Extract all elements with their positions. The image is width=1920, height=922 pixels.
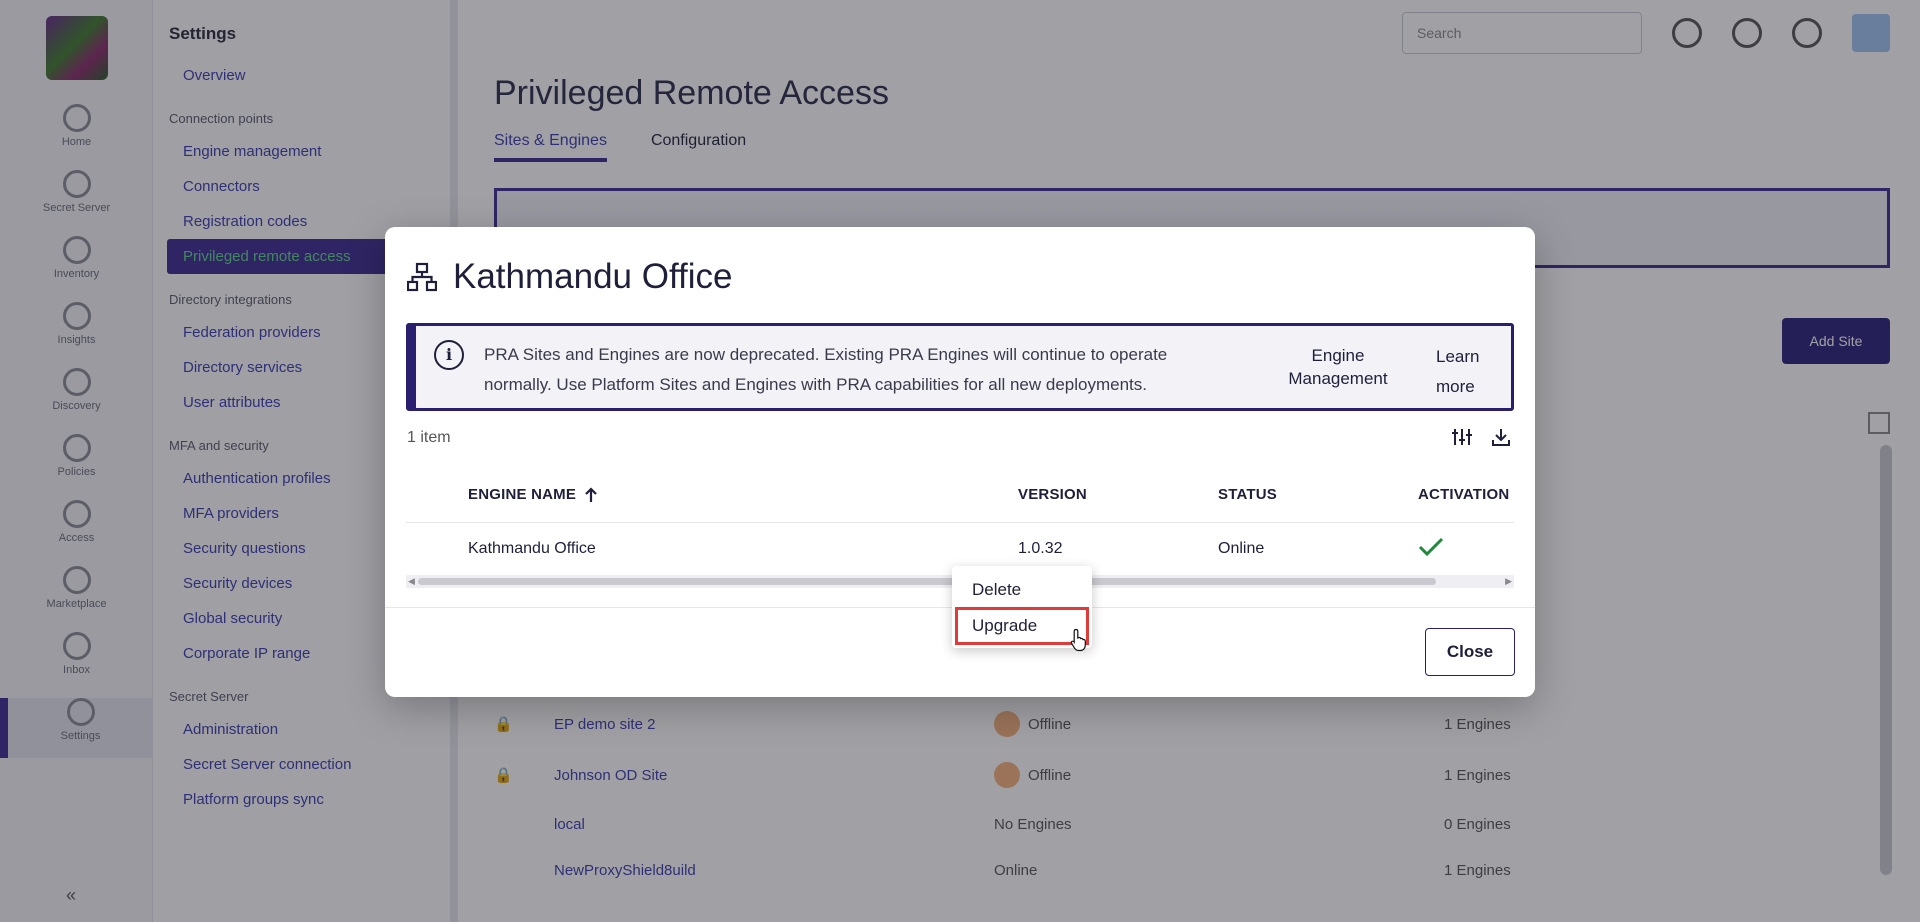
column-header-activation[interactable]: ACTIVATION — [1418, 486, 1514, 503]
deprecation-notice: i PRA Sites and Engines are now deprecat… — [406, 323, 1514, 411]
scroll-right-icon[interactable]: ▶ — [1505, 576, 1512, 587]
activation-cell — [1418, 537, 1514, 562]
engine-management-link[interactable]: Engine Management — [1276, 344, 1400, 390]
notice-message: PRA Sites and Engines are now deprecated… — [484, 345, 1168, 394]
column-header-version[interactable]: VERSION — [1018, 486, 1218, 503]
table-header: ENGINE NAME VERSION STATUS ACTIVATION — [406, 467, 1514, 523]
download-icon[interactable] — [1491, 427, 1511, 447]
menu-item-upgrade[interactable]: Upgrade — [955, 607, 1089, 645]
dialog-title: Kathmandu Office — [453, 257, 733, 296]
checkmark-icon — [1418, 537, 1444, 556]
item-count: 1 item — [407, 429, 451, 446]
scrollbar-thumb[interactable] — [418, 578, 1436, 585]
engine-name-cell: Kathmandu Office — [468, 540, 596, 557]
column-header-engine-name[interactable]: ENGINE NAME — [468, 486, 1018, 503]
menu-item-delete[interactable]: Delete — [952, 572, 1092, 608]
scroll-left-icon[interactable]: ◀ — [408, 576, 415, 587]
hand-pointer-icon — [1070, 628, 1086, 652]
info-icon: i — [434, 340, 464, 370]
sort-ascending-icon[interactable] — [584, 486, 598, 503]
sitemap-icon — [407, 262, 437, 292]
learn-more-link[interactable]: Learn more — [1436, 342, 1496, 402]
table-tools — [1451, 427, 1511, 447]
engines-table: ENGINE NAME VERSION STATUS ACTIVATION Ka… — [406, 467, 1514, 588]
engine-version-cell: 1.0.32 — [1018, 540, 1063, 557]
column-header-status[interactable]: STATUS — [1218, 486, 1418, 503]
close-button[interactable]: Close — [1425, 628, 1515, 676]
column-settings-icon[interactable] — [1451, 427, 1473, 447]
dialog-header: Kathmandu Office — [407, 257, 733, 297]
engine-status-cell: Online — [1218, 540, 1265, 557]
